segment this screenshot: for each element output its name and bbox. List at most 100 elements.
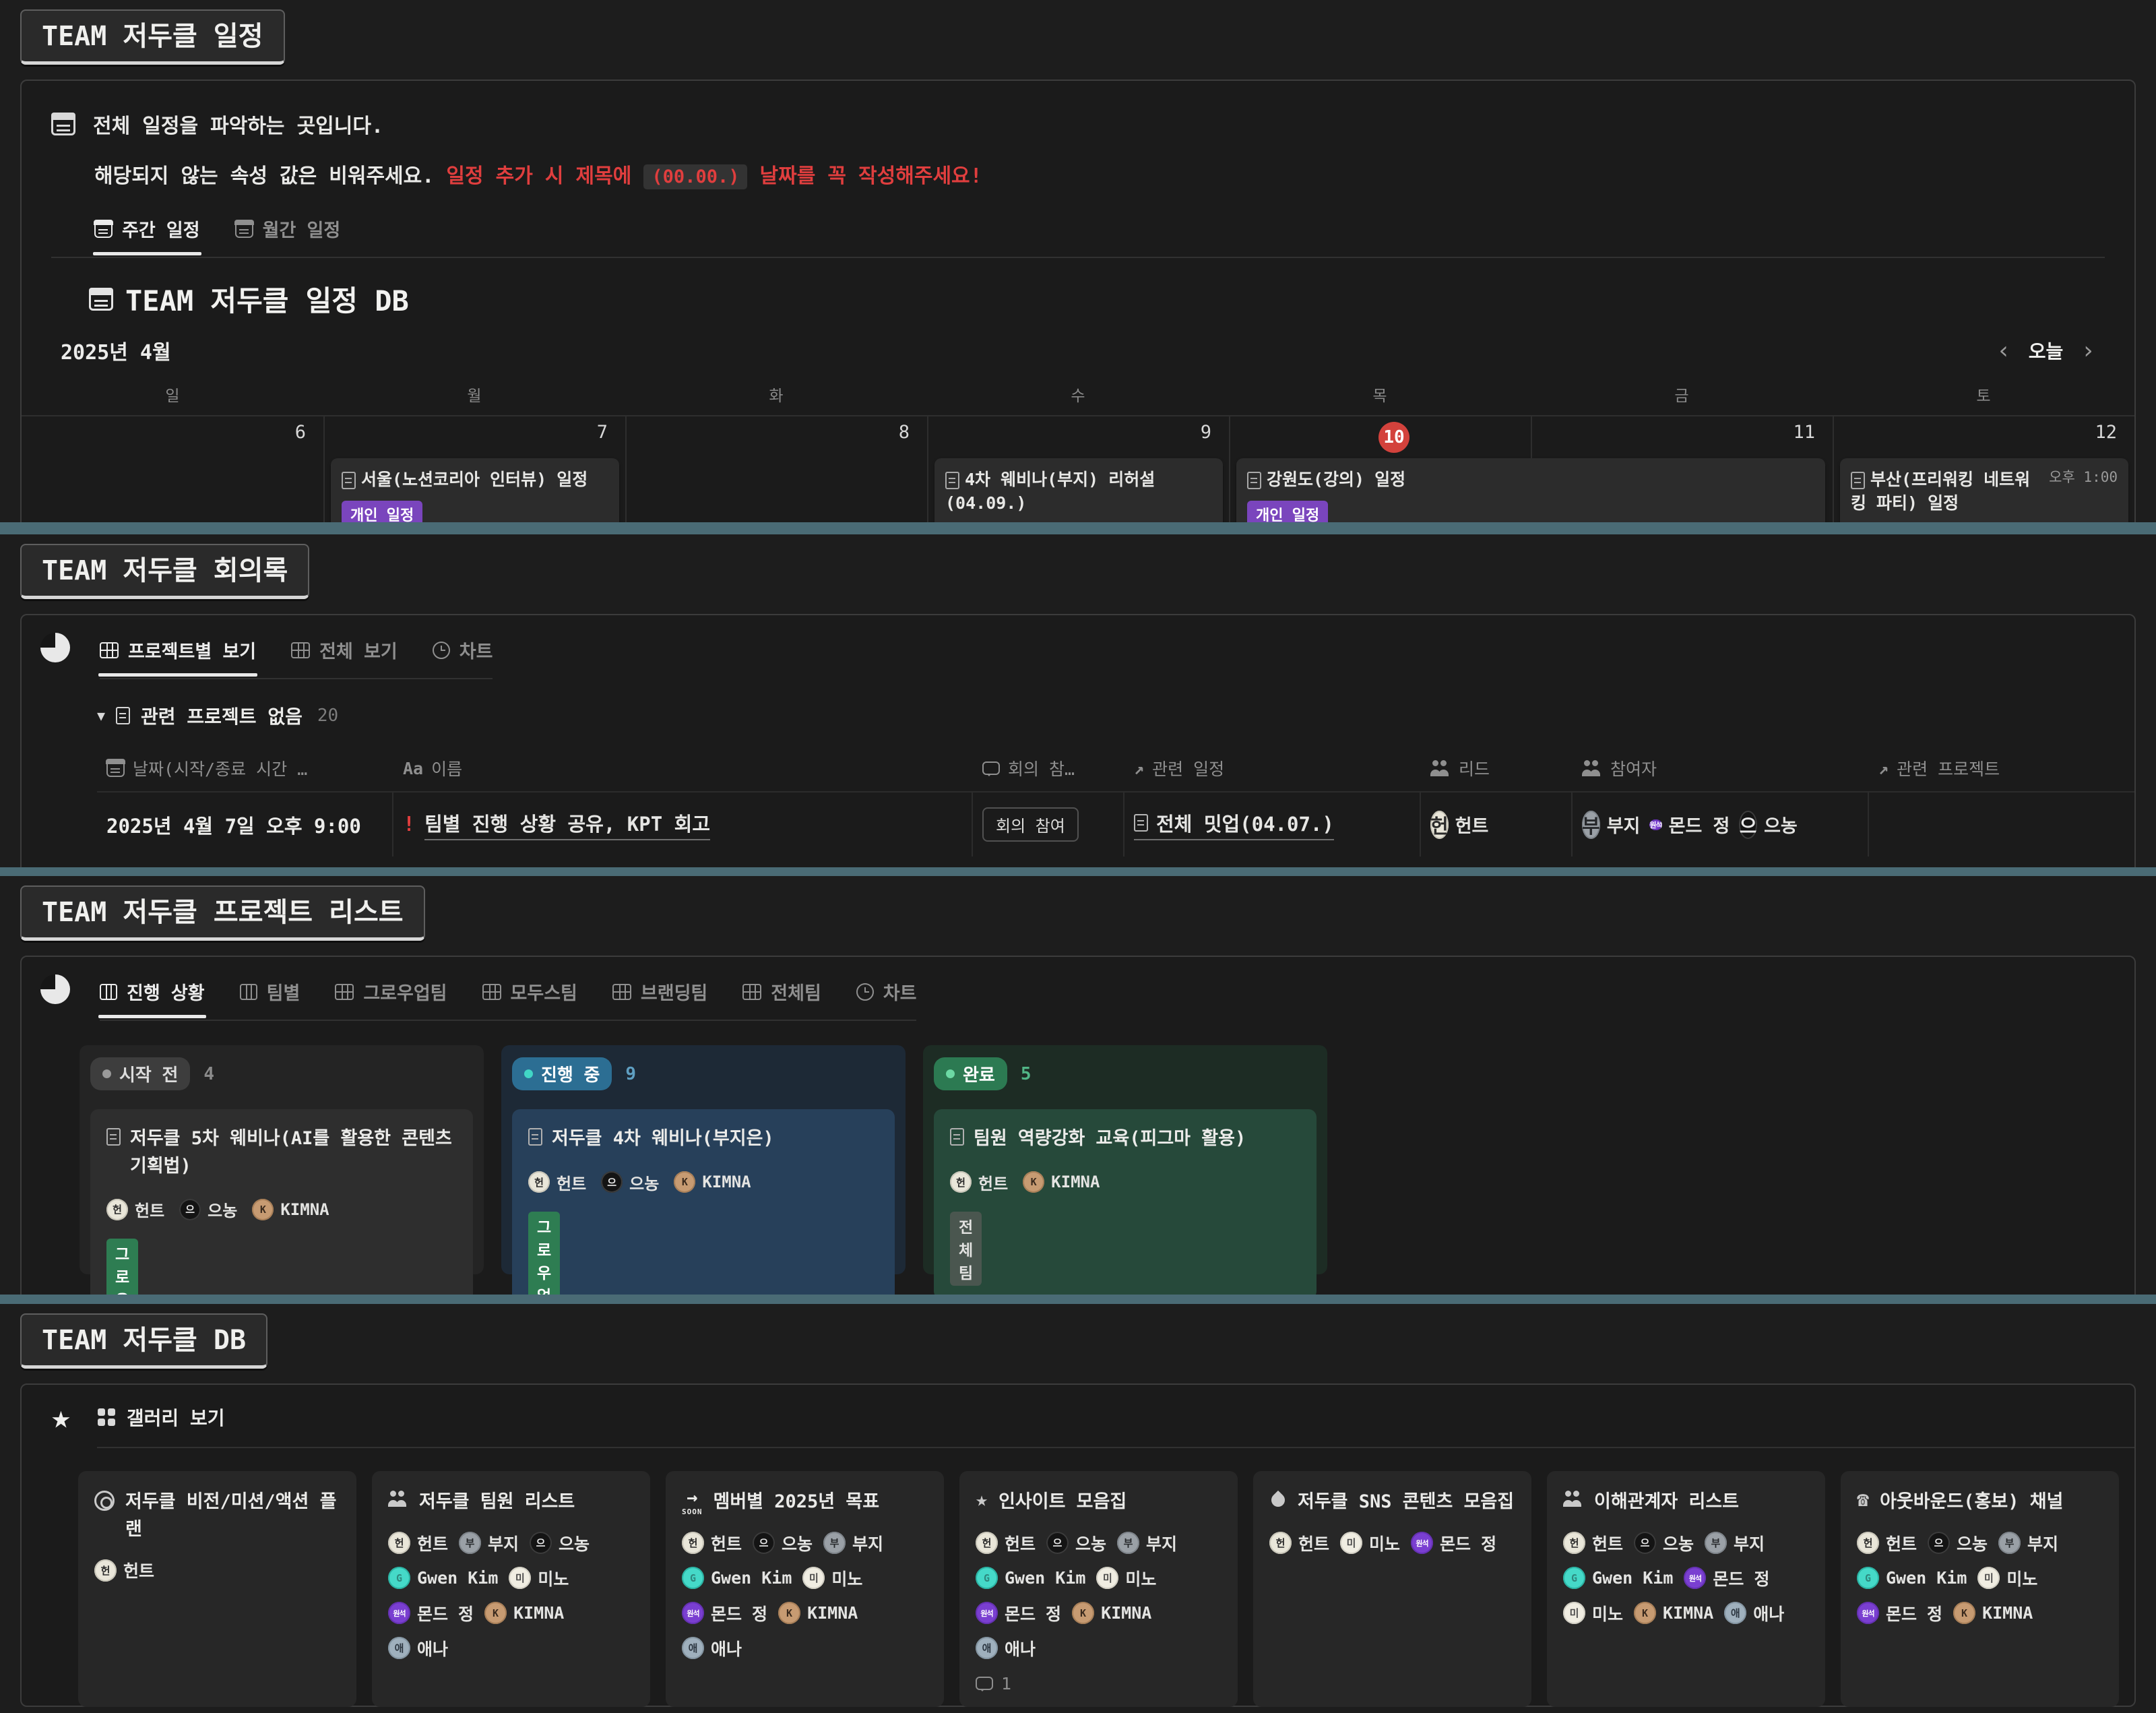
cell-name[interactable]: ! 팀별 진행 상황 공유, KPT 회고 (393, 792, 973, 856)
calendar-event-card[interactable]: 강원도(강의) 일정개인 일정 (1236, 458, 1825, 522)
group-toggle[interactable]: ▼ 관련 프로젝트 없음 20 (97, 702, 2134, 729)
minutes-view-tabs: 프로젝트별 보기 전체 보기 차트 (100, 637, 493, 663)
member: 헌헌트 (1563, 1531, 1623, 1555)
projects-tab-전체팀[interactable]: 전체팀 (742, 978, 821, 1005)
member-name: 부지 (1146, 1531, 1177, 1555)
gallery-card-members: 헌헌트으으농부부지GGwen Kim미미노원석몬드 정KKIMNA (1857, 1531, 2103, 1625)
gallery-card[interactable]: 이해관계자 리스트헌헌트으으농부부지GGwen Kim원석몬드 정미미노KKIM… (1547, 1471, 1825, 1707)
member-name: 으농 (1075, 1531, 1106, 1555)
member-name: 애나 (711, 1636, 742, 1660)
gallery-card[interactable]: ☎아웃바운드(홍보) 채널헌헌트으으농부부지GGwen Kim미미노원석몬드 정… (1841, 1471, 2119, 1707)
calendar-event-card[interactable]: 오후 1:00부산(프리워킹 네트워킹 파티) 일정개인 일정 (1840, 458, 2128, 522)
projects-tab-모두스팀[interactable]: 모두스팀 (482, 978, 577, 1005)
gallery-card-title: ★인사이트 모음집 (976, 1489, 1222, 1516)
event-title: 강원도(강의) 일정 (1247, 468, 1814, 491)
calendar-icon (106, 759, 125, 777)
gallery-title-text: 멤버별 2025년 목표 (714, 1489, 880, 1516)
member: 헌헌트 (94, 1558, 154, 1582)
member: GGwen Kim (976, 1566, 1085, 1590)
calendar-event-card[interactable]: 서울(노션코리아 인터뷰) 일정개인 일정 (331, 458, 619, 522)
column-header-참여자[interactable]: 참여자 (1573, 749, 1869, 791)
calendar-day-cell[interactable]: 12오후 1:00부산(프리워킹 네트워킹 파티) 일정개인 일정 (1833, 416, 2134, 522)
calendar-day-cell[interactable]: 10강원도(강의) 일정개인 일정 (1229, 416, 1531, 522)
column-header-회의 참…[interactable]: 회의 참… (973, 749, 1124, 791)
member-name: 헌트 (1005, 1531, 1036, 1555)
schedule-tab-주간 일정[interactable]: 주간 일정 (94, 216, 200, 242)
status-pill[interactable]: 완료 (934, 1057, 1007, 1090)
doc-icon (945, 472, 959, 489)
member-name: 헌트 (123, 1558, 154, 1582)
avatar: 헌 (1857, 1532, 1879, 1554)
calendar-day-cell[interactable]: 7서울(노션코리아 인터뷰) 일정개인 일정 (323, 416, 625, 522)
schedule-callout: 전체 일정을 파악하는 곳입니다. 해당되지 않는 속성 값은 비워주세요. 일… (22, 81, 2134, 258)
calendar-event-card[interactable]: 4차 웨비나(부지) 리허설 (04.09.)웨비나 (934, 458, 1223, 522)
avatar: G (388, 1567, 410, 1589)
calendar-day-cell[interactable]: 94차 웨비나(부지) 리허설 (04.09.)웨비나 (927, 416, 1229, 522)
gallery-card[interactable]: 저두클 SNS 콘텐츠 모음집헌헌트미미노원석몬드 정 (1253, 1471, 1531, 1707)
project-card[interactable]: 저두클 4차 웨비나(부지은)헌헌트으으농KKIMNA그로우업팀웨비나 (512, 1109, 895, 1295)
gallery-card-title: 저두클 팀원 리스트 (388, 1489, 634, 1516)
status-pill[interactable]: 진행 중 (512, 1057, 612, 1090)
member: 헌헌트 (950, 1171, 1008, 1194)
gallery-card[interactable]: ★인사이트 모음집헌헌트으으농부부지GGwen Kim미미노원석몬드 정KKIM… (959, 1471, 1238, 1707)
avatar: K (1023, 1171, 1044, 1193)
today-button[interactable]: 오늘 (2029, 337, 2064, 364)
column-header-관련 프로젝트[interactable]: ↗관련 프로젝트 (1869, 749, 2134, 791)
related-schedule-link[interactable]: 전체 밋업(04.07.) (1134, 809, 1334, 840)
avatar: G (1563, 1567, 1585, 1589)
column-header-관련 일정[interactable]: ↗관련 일정 (1124, 749, 1421, 791)
minutes-tab-차트[interactable]: 차트 (433, 637, 493, 663)
tab-label: 브랜딩팀 (641, 978, 707, 1005)
minutes-tab-프로젝트별 보기[interactable]: 프로젝트별 보기 (100, 637, 256, 663)
cell-date[interactable]: 2025년 4월 7일 오후 9:00 (97, 792, 393, 856)
join-meeting-button[interactable]: 회의 참여 (982, 807, 1079, 842)
calendar-day-cell[interactable]: 8 (625, 416, 927, 522)
column-header-이름[interactable]: Aa이름 (393, 749, 973, 791)
meeting-name-link[interactable]: 팀별 진행 상황 공유, KPT 회고 (424, 809, 710, 840)
projects-tab-팀별[interactable]: 팀별 (240, 978, 300, 1005)
project-tag: 전체팀 (950, 1212, 982, 1286)
avatar: 헌 (1430, 811, 1449, 839)
weekday-label: 토 (1833, 383, 2134, 406)
prev-month-button[interactable]: ‹ (1996, 337, 2011, 365)
gallery-card[interactable]: →멤버별 2025년 목표헌헌트으으농부부지GGwen Kim미미노원석몬드 정… (666, 1471, 944, 1707)
gallery-view-tab[interactable]: 갤러리 보기 (98, 1404, 225, 1431)
project-card[interactable]: 팀원 역량강화 교육(피그마 활용)헌헌트KKIMNA전체팀 (934, 1109, 1317, 1295)
member-name: 부지 (2027, 1531, 2058, 1555)
date-format-code: (00.00.) (643, 164, 747, 189)
cell-lead[interactable]: 헌헌트 (1421, 792, 1573, 856)
column-header-날짜(시작/종료 시간 …[interactable]: 날짜(시작/종료 시간 … (97, 749, 393, 791)
column-count: 4 (203, 1064, 214, 1084)
project-card-tags: 그로우업팀 (106, 1226, 457, 1295)
projects-tab-브랜딩팀[interactable]: 브랜딩팀 (612, 978, 707, 1005)
schedule-tab-월간 일정[interactable]: 월간 일정 (235, 216, 341, 242)
projects-tab-차트[interactable]: 차트 (856, 978, 917, 1005)
member-name: Gwen Kim (1005, 1568, 1085, 1588)
avatar: 으 (179, 1199, 201, 1220)
column-header-리드[interactable]: 리드 (1421, 749, 1573, 791)
gallery-title-text: 이해관계자 리스트 (1594, 1489, 1739, 1516)
gallery-card-title: 이해관계자 리스트 (1563, 1489, 1809, 1516)
cell-participants[interactable]: 부부지원석몬드 정으으농 (1573, 792, 1869, 856)
gallery-card[interactable]: 저두클 비전/미션/액션 플랜헌헌트 (78, 1471, 356, 1707)
target-icon (94, 1491, 115, 1511)
cell-related-project[interactable] (1869, 792, 2134, 856)
star-page-icon: ★ (51, 1401, 71, 1433)
project-card[interactable]: 저두클 5차 웨비나(AI를 활용한 콘텐츠 기획법)헌헌트으으농KKIMNA그… (90, 1109, 473, 1295)
projects-tab-그로우업팀[interactable]: 그로우업팀 (335, 978, 447, 1005)
avatar: K (252, 1199, 274, 1220)
table-icon (612, 984, 631, 1000)
status-pill[interactable]: 시작 전 (90, 1057, 190, 1090)
calendar-day-cell[interactable]: 6 (22, 416, 323, 522)
member-name: 으농 (559, 1531, 590, 1555)
member-name: KIMNA (1101, 1603, 1151, 1623)
pie-page-icon (40, 633, 70, 662)
event-title: 4차 웨비나(부지) 리허설 (04.09.) (945, 468, 1212, 515)
gallery-card[interactable]: 저두클 팀원 리스트헌헌트부부지으으농GGwen Kim미미노원석몬드 정KKI… (372, 1471, 650, 1707)
window-divider (0, 1295, 2156, 1304)
avatar: 미 (1340, 1532, 1362, 1554)
chat-icon (976, 1677, 993, 1690)
next-month-button[interactable]: › (2081, 337, 2095, 365)
minutes-tab-전체 보기[interactable]: 전체 보기 (291, 637, 398, 663)
projects-tab-진행 상황[interactable]: 진행 상황 (100, 978, 205, 1005)
